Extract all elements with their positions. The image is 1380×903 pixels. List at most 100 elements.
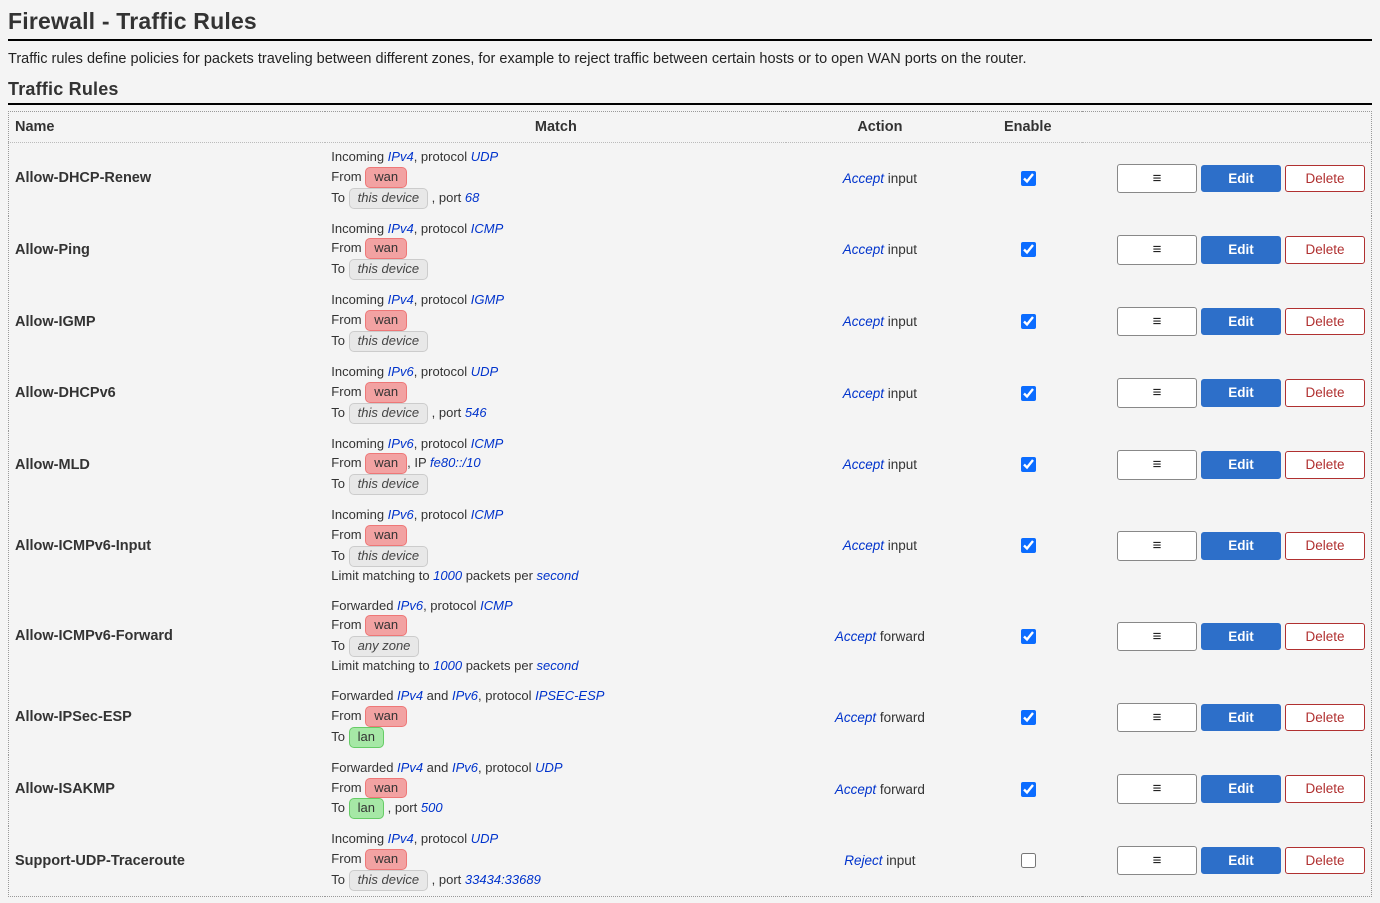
zone-badge-wan: wan (365, 310, 407, 331)
enable-checkbox[interactable] (1021, 538, 1036, 553)
rule-enable-cell (973, 682, 1082, 754)
table-row: Allow-IPSec-ESPForwarded IPv4 and IPv6, … (9, 682, 1372, 754)
enable-checkbox[interactable] (1021, 629, 1036, 644)
delete-button[interactable]: Delete (1285, 451, 1365, 479)
rule-action: Accept input (786, 286, 973, 358)
rule-name: Support-UDP-Traceroute (9, 825, 326, 897)
rule-match: Incoming IPv4, protocol ICMPFrom wanTo t… (325, 214, 786, 286)
reorder-button[interactable]: ≡ (1117, 235, 1197, 265)
rule-buttons: ≡EditDelete (1082, 825, 1371, 897)
table-row: Allow-DHCPv6Incoming IPv6, protocol UDPF… (9, 357, 1372, 429)
zone-badge-this-device: this device (349, 870, 428, 891)
delete-button[interactable]: Delete (1285, 165, 1365, 193)
edit-button[interactable]: Edit (1201, 236, 1281, 264)
enable-checkbox[interactable] (1021, 457, 1036, 472)
rule-buttons: ≡EditDelete (1082, 286, 1371, 358)
reorder-button[interactable]: ≡ (1117, 531, 1197, 561)
reorder-button[interactable]: ≡ (1117, 307, 1197, 337)
zone-badge-this-device: this device (349, 259, 428, 280)
reorder-button[interactable]: ≡ (1117, 846, 1197, 876)
edit-button[interactable]: Edit (1201, 308, 1281, 336)
delete-button[interactable]: Delete (1285, 704, 1365, 732)
edit-button[interactable]: Edit (1201, 165, 1281, 193)
rule-name: Allow-IPSec-ESP (9, 682, 326, 754)
rule-match: Incoming IPv4, protocol UDPFrom wanTo th… (325, 143, 786, 215)
rule-enable-cell (973, 357, 1082, 429)
table-row: Allow-ISAKMPForwarded IPv4 and IPv6, pro… (9, 753, 1372, 825)
enable-checkbox[interactable] (1021, 710, 1036, 725)
rule-match: Incoming IPv6, protocol ICMPFrom wan, IP… (325, 429, 786, 501)
rule-enable-cell (973, 429, 1082, 501)
rule-name: Allow-ICMPv6-Forward (9, 591, 326, 681)
enable-checkbox[interactable] (1021, 171, 1036, 186)
zone-badge-this-device: this device (349, 474, 428, 495)
edit-button[interactable]: Edit (1201, 775, 1281, 803)
delete-button[interactable]: Delete (1285, 236, 1365, 264)
reorder-button[interactable]: ≡ (1117, 450, 1197, 480)
rule-name: Allow-DHCP-Renew (9, 143, 326, 215)
edit-button[interactable]: Edit (1201, 623, 1281, 651)
rule-buttons: ≡EditDelete (1082, 214, 1371, 286)
delete-button[interactable]: Delete (1285, 532, 1365, 560)
edit-button[interactable]: Edit (1201, 379, 1281, 407)
delete-button[interactable]: Delete (1285, 379, 1365, 407)
zone-badge-wan: wan (365, 525, 407, 546)
delete-button[interactable]: Delete (1285, 775, 1365, 803)
reorder-button[interactable]: ≡ (1117, 622, 1197, 652)
edit-button[interactable]: Edit (1201, 704, 1281, 732)
rule-enable-cell (973, 286, 1082, 358)
rule-match: Incoming IPv6, protocol UDPFrom wanTo th… (325, 357, 786, 429)
zone-badge-any-zone: any zone (349, 636, 420, 657)
col-buttons (1082, 112, 1371, 143)
rule-name: Allow-DHCPv6 (9, 357, 326, 429)
rule-match: Forwarded IPv6, protocol ICMPFrom wanTo … (325, 591, 786, 681)
rule-buttons: ≡EditDelete (1082, 143, 1371, 215)
enable-checkbox[interactable] (1021, 782, 1036, 797)
rule-buttons: ≡EditDelete (1082, 753, 1371, 825)
zone-badge-this-device: this device (349, 403, 428, 424)
table-row: Allow-ICMPv6-InputIncoming IPv6, protoco… (9, 501, 1372, 591)
table-row: Allow-PingIncoming IPv4, protocol ICMPFr… (9, 214, 1372, 286)
enable-checkbox[interactable] (1021, 242, 1036, 257)
reorder-button[interactable]: ≡ (1117, 164, 1197, 194)
col-match: Match (325, 112, 786, 143)
zone-badge-wan: wan (365, 706, 407, 727)
rule-enable-cell (973, 214, 1082, 286)
edit-button[interactable]: Edit (1201, 451, 1281, 479)
delete-button[interactable]: Delete (1285, 308, 1365, 336)
reorder-button[interactable]: ≡ (1117, 774, 1197, 804)
enable-checkbox[interactable] (1021, 386, 1036, 401)
rule-buttons: ≡EditDelete (1082, 501, 1371, 591)
rule-action: Accept input (786, 143, 973, 215)
zone-badge-wan: wan (365, 453, 407, 474)
edit-button[interactable]: Edit (1201, 847, 1281, 875)
zone-badge-this-device: this device (349, 188, 428, 209)
rule-buttons: ≡EditDelete (1082, 591, 1371, 681)
col-name: Name (9, 112, 326, 143)
rule-enable-cell (973, 825, 1082, 897)
enable-checkbox[interactable] (1021, 314, 1036, 329)
zone-badge-wan: wan (365, 382, 407, 403)
rule-name: Allow-MLD (9, 429, 326, 501)
rule-match: Incoming IPv4, protocol IGMPFrom wanTo t… (325, 286, 786, 358)
zone-badge-wan: wan (365, 778, 407, 799)
rule-name: Allow-Ping (9, 214, 326, 286)
rule-name: Allow-ISAKMP (9, 753, 326, 825)
page-title: Firewall - Traffic Rules (8, 8, 1372, 41)
zone-badge-wan: wan (365, 238, 407, 259)
rule-action: Accept input (786, 214, 973, 286)
rule-match: Forwarded IPv4 and IPv6, protocol UDPFro… (325, 753, 786, 825)
enable-checkbox[interactable] (1021, 853, 1036, 868)
reorder-button[interactable]: ≡ (1117, 703, 1197, 733)
rules-table: Name Match Action Enable Allow-DHCP-Rene… (8, 111, 1372, 897)
delete-button[interactable]: Delete (1285, 623, 1365, 651)
edit-button[interactable]: Edit (1201, 532, 1281, 560)
reorder-button[interactable]: ≡ (1117, 378, 1197, 408)
delete-button[interactable]: Delete (1285, 847, 1365, 875)
zone-badge-wan: wan (365, 849, 407, 870)
rule-action: Reject input (786, 825, 973, 897)
rule-enable-cell (973, 501, 1082, 591)
table-row: Allow-ICMPv6-ForwardForwarded IPv6, prot… (9, 591, 1372, 681)
rule-action: Accept input (786, 501, 973, 591)
col-action: Action (786, 112, 973, 143)
